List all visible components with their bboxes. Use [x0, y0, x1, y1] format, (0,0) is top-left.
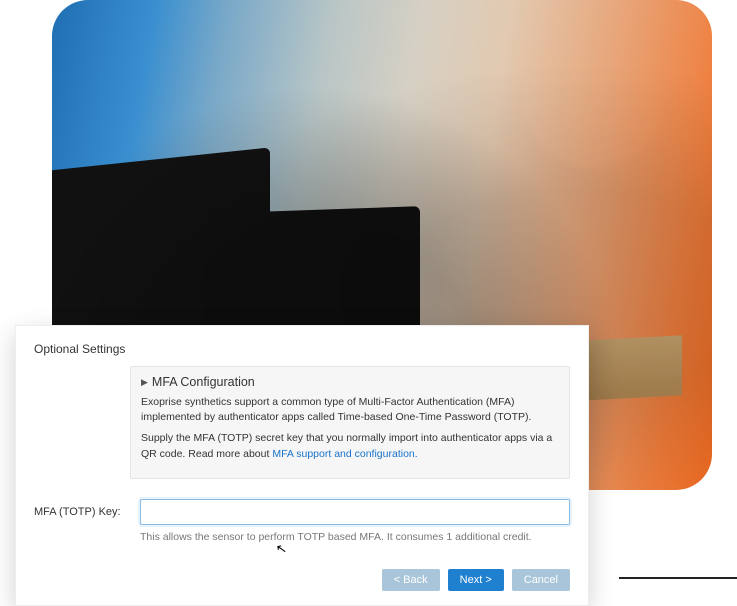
caret-right-icon: ▶: [141, 377, 148, 388]
panel-description-2: Supply the MFA (TOTP) secret key that yo…: [141, 431, 559, 461]
panel-header[interactable]: ▶ MFA Configuration: [141, 375, 559, 389]
panel-description-1: Exoprise synthetics support a common typ…: [141, 395, 559, 425]
mfa-key-label: MFA (TOTP) Key:: [34, 506, 130, 518]
back-button[interactable]: < Back: [382, 569, 440, 591]
mfa-key-row: MFA (TOTP) Key:: [34, 499, 570, 525]
mfa-key-hint: This allows the sensor to perform TOTP b…: [140, 531, 570, 543]
mfa-key-input[interactable]: [140, 499, 570, 525]
mfa-docs-link[interactable]: MFA support and configuration.: [272, 448, 417, 460]
dialog-title: Optional Settings: [34, 342, 570, 356]
cancel-button[interactable]: Cancel: [512, 569, 570, 591]
panel-heading: MFA Configuration: [152, 375, 255, 389]
mfa-config-panel: ▶ MFA Configuration Exoprise synthetics …: [130, 366, 570, 479]
next-button[interactable]: Next >: [448, 569, 504, 591]
decorative-line: [619, 577, 737, 579]
dialog-button-row: < Back Next > Cancel: [34, 569, 570, 591]
settings-dialog: Optional Settings ▶ MFA Configuration Ex…: [15, 325, 589, 606]
